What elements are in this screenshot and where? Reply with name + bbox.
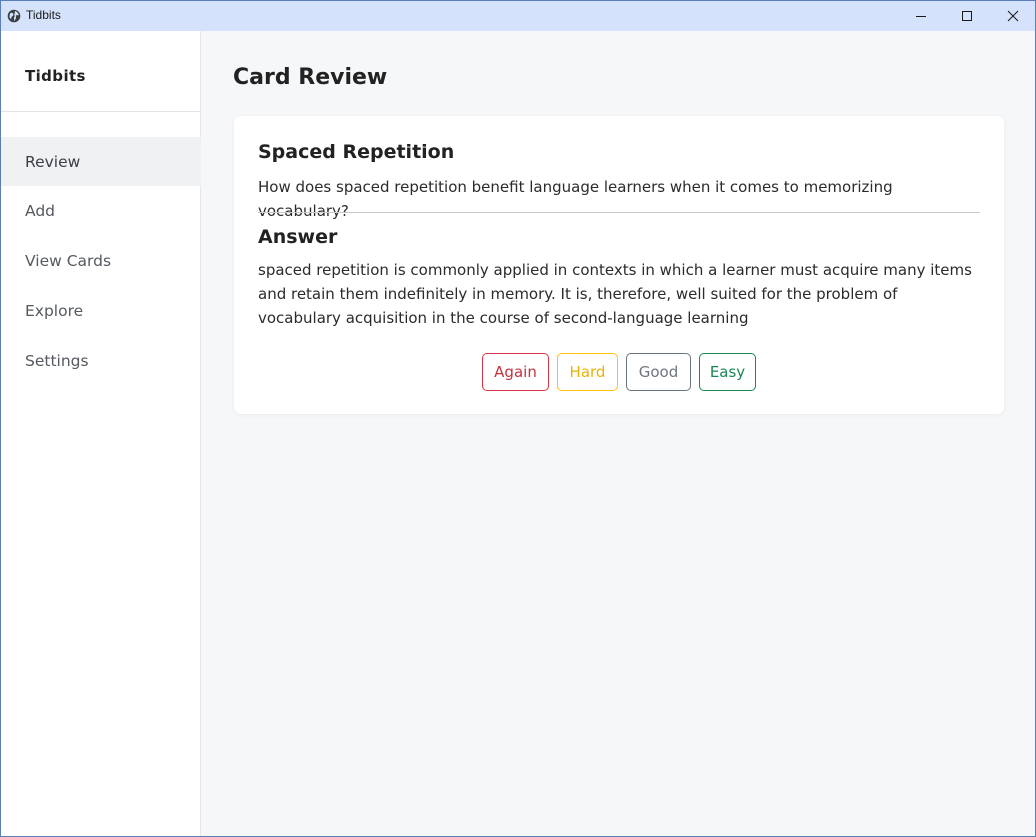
minimize-icon (916, 16, 926, 17)
review-card: Spaced Repetition How does spaced repeti… (234, 116, 1004, 414)
card-divider (258, 212, 980, 213)
maximize-icon (962, 11, 972, 21)
hard-button[interactable]: Hard (557, 353, 618, 391)
again-button[interactable]: Again (482, 353, 549, 391)
window-title: Tidbits (26, 8, 61, 22)
close-button[interactable] (990, 1, 1036, 31)
app-window: Tidbits Tidbits Review Add View Cards Ex… (0, 0, 1036, 837)
sidebar-item-view-cards[interactable]: View Cards (1, 236, 201, 286)
maximize-button[interactable] (944, 1, 990, 31)
answer-title: Answer (258, 226, 338, 248)
globe-icon (7, 9, 21, 23)
sidebar-item-add[interactable]: Add (1, 186, 201, 236)
sidebar-item-review[interactable]: Review (1, 137, 201, 186)
answer-text: spaced repetition is commonly applied in… (258, 261, 972, 327)
sidebar-nav: Review Add View Cards Explore Settings (1, 137, 201, 386)
brand-title: Tidbits (25, 67, 86, 85)
sidebar-item-settings[interactable]: Settings (1, 336, 201, 386)
rating-buttons: Again Hard Good Easy (234, 353, 1004, 391)
sidebar: Tidbits Review Add View Cards Explore Se… (1, 31, 201, 836)
sidebar-divider (1, 111, 201, 112)
question-text: How does spaced repetition benefit langu… (258, 178, 893, 220)
question-title: Spaced Repetition (258, 141, 455, 163)
sidebar-item-explore[interactable]: Explore (1, 286, 201, 336)
close-icon (1007, 10, 1019, 22)
good-button[interactable]: Good (626, 353, 691, 391)
title-bar[interactable]: Tidbits (1, 1, 1035, 31)
minimize-button[interactable] (898, 1, 944, 31)
page-title: Card Review (233, 65, 388, 90)
easy-button[interactable]: Easy (699, 353, 756, 391)
main-content: Card Review Spaced Repetition How does s… (202, 31, 1035, 836)
